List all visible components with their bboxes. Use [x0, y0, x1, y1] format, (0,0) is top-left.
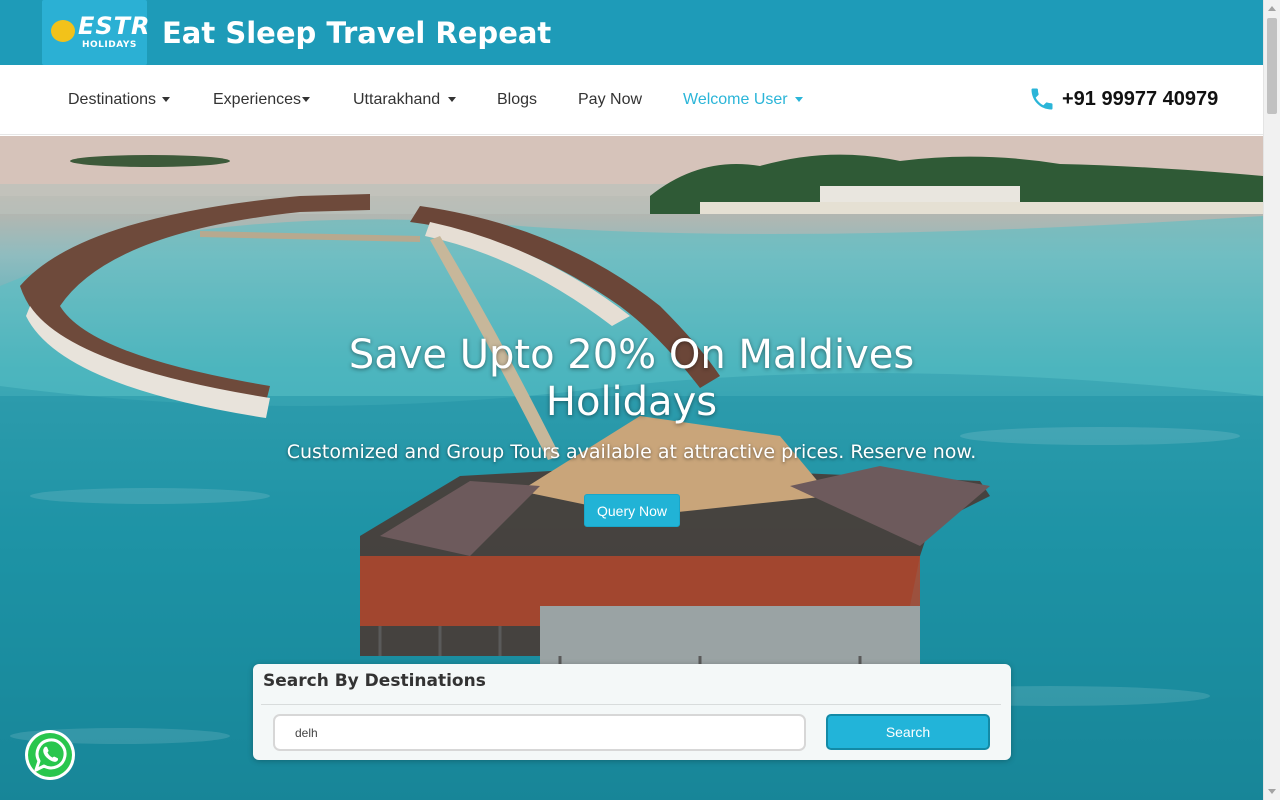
brand-bar: ESTR HOLIDAYS Eat Sleep Travel Repeat	[0, 0, 1263, 65]
logo-mark-icon	[51, 20, 75, 42]
nav-item-label: Destinations	[68, 91, 157, 108]
scroll-down-arrow-icon[interactable]	[1268, 789, 1276, 794]
caret-down-icon	[162, 97, 171, 103]
main-nav: Destinations Experiences Uttarakhand Blo…	[0, 65, 1263, 135]
nav-item-label: Pay Now	[578, 91, 643, 108]
phone-number: +91 99977 40979	[1062, 87, 1219, 110]
nav-item-experiences[interactable]: Experiences	[213, 90, 311, 110]
whatsapp-icon[interactable]	[24, 729, 76, 781]
hero-subtitle: Customized and Group Tours available at …	[286, 441, 977, 463]
search-button[interactable]: Search	[826, 714, 990, 750]
site-title[interactable]: Eat Sleep Travel Repeat	[162, 14, 551, 52]
nav-item-pay-now[interactable]: Pay Now	[578, 90, 642, 110]
nav-item-uttarakhand[interactable]: Uttarakhand	[353, 90, 457, 110]
nav-item-label: Uttarakhand	[353, 91, 441, 108]
caret-down-icon	[448, 97, 457, 103]
logo-text: ESTR	[78, 12, 151, 40]
search-panel-title: Search By Destinations	[263, 671, 486, 691]
nav-item-welcome-user[interactable]: Welcome User	[683, 90, 803, 110]
hero-headline: Save Upto 20% On Maldives Holidays	[348, 332, 915, 425]
scroll-thumb[interactable]	[1267, 18, 1277, 114]
phone-contact[interactable]: +91 99977 40979	[1028, 84, 1218, 114]
nav-item-label: Blogs	[497, 91, 538, 108]
caret-down-icon	[302, 97, 311, 103]
logo-subtext: HOLIDAYS	[82, 40, 137, 50]
destination-search-input[interactable]	[273, 714, 806, 751]
query-now-button[interactable]: Query Now	[584, 494, 680, 527]
divider	[261, 704, 1001, 705]
nav-item-destinations[interactable]: Destinations	[68, 90, 171, 110]
nav-item-label: Welcome User	[683, 91, 788, 108]
nav-item-blogs[interactable]: Blogs	[497, 90, 537, 110]
phone-icon	[1031, 88, 1053, 110]
page-scrollbar[interactable]	[1263, 0, 1280, 800]
scroll-up-arrow-icon[interactable]	[1268, 6, 1276, 11]
hero-banner: Save Upto 20% On Maldives Holidays Custo…	[0, 136, 1263, 800]
search-destinations-panel: Search By Destinations Search	[253, 664, 1011, 760]
nav-item-label: Experiences	[213, 91, 302, 108]
site-logo[interactable]: ESTR HOLIDAYS	[42, 0, 150, 65]
caret-down-icon	[794, 97, 803, 103]
